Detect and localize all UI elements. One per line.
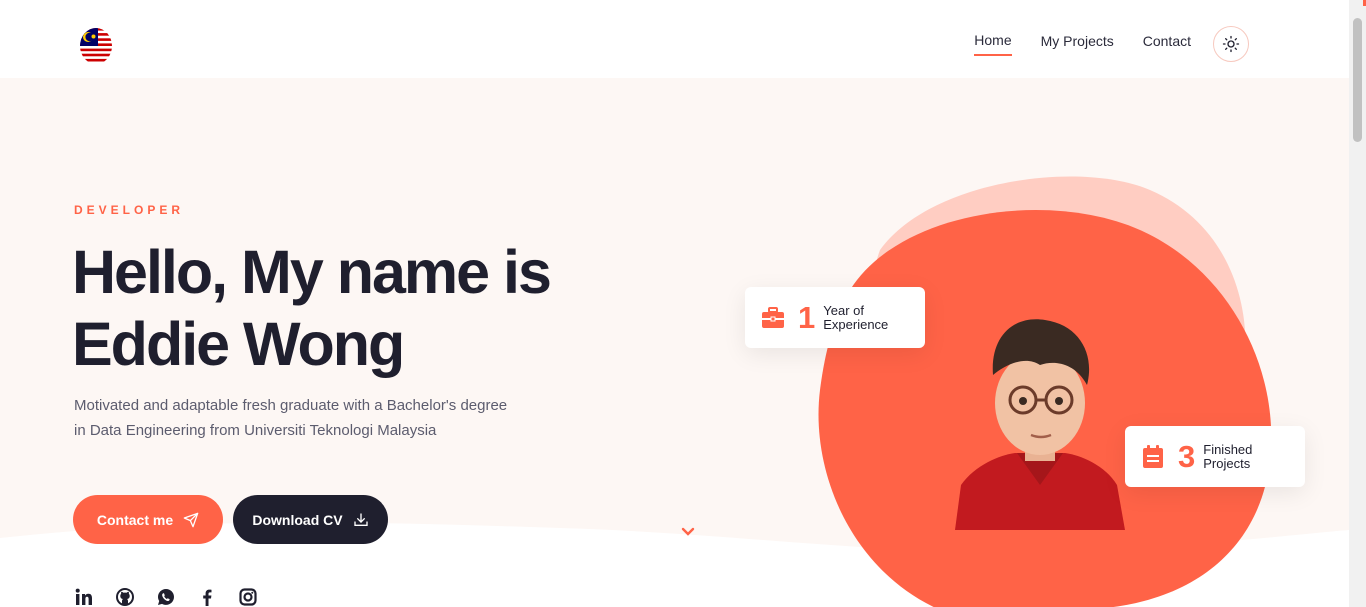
main-nav: Home My Projects Contact: [945, 26, 1249, 62]
hero-eyebrow: DEVELOPER: [74, 203, 185, 217]
nav-contact[interactable]: Contact: [1143, 33, 1191, 55]
clipboard-icon: [1140, 444, 1166, 470]
download-cv-button[interactable]: Download CV: [233, 495, 388, 544]
scrollbar-up-arrow[interactable]: [1349, 0, 1366, 6]
nav-home[interactable]: Home: [974, 32, 1012, 56]
contact-me-button[interactable]: Contact me: [73, 495, 223, 544]
nav-my-projects[interactable]: My Projects: [1041, 33, 1114, 55]
github-icon[interactable]: [115, 587, 134, 606]
social-links: [74, 587, 279, 606]
sun-icon: [1222, 35, 1240, 53]
projects-label: Finished Projects: [1203, 441, 1253, 471]
experience-number: 1: [798, 299, 816, 335]
projects-number: 3: [1178, 438, 1196, 474]
hero-title-line1: Hello, My name is: [72, 238, 552, 306]
profile-avatar-image: [955, 315, 1125, 530]
chevron-down-icon: [681, 527, 695, 536]
hero-title-line2: Eddie Wong: [72, 310, 405, 378]
projects-stat-card: 3 Finished Projects: [1125, 426, 1305, 487]
send-icon: [183, 512, 199, 527]
scroll-down-button[interactable]: [679, 524, 697, 540]
hero-title: Hello, My name is Eddie Wong: [72, 236, 632, 380]
page-scrollbar[interactable]: [1349, 0, 1366, 607]
download-cv-label: Download CV: [252, 511, 343, 528]
malaysia-flag-logo[interactable]: [80, 28, 112, 64]
download-icon: [353, 512, 368, 526]
instagram-icon[interactable]: [238, 587, 257, 606]
contact-me-label: Contact me: [96, 511, 174, 528]
experience-stat-card: 1 Year of Experience: [745, 287, 925, 348]
briefcase-icon: [760, 305, 786, 331]
experience-label: Year of Experience: [823, 302, 889, 332]
whatsapp-icon[interactable]: [156, 587, 175, 606]
site-header: Home My Projects Contact: [0, 0, 1349, 78]
hero-description: Motivated and adaptable fresh graduate w…: [74, 397, 508, 439]
scrollbar-thumb[interactable]: [1353, 18, 1362, 142]
facebook-icon[interactable]: [197, 587, 216, 606]
theme-toggle-button[interactable]: [1213, 26, 1249, 62]
linkedin-icon[interactable]: [74, 587, 93, 606]
